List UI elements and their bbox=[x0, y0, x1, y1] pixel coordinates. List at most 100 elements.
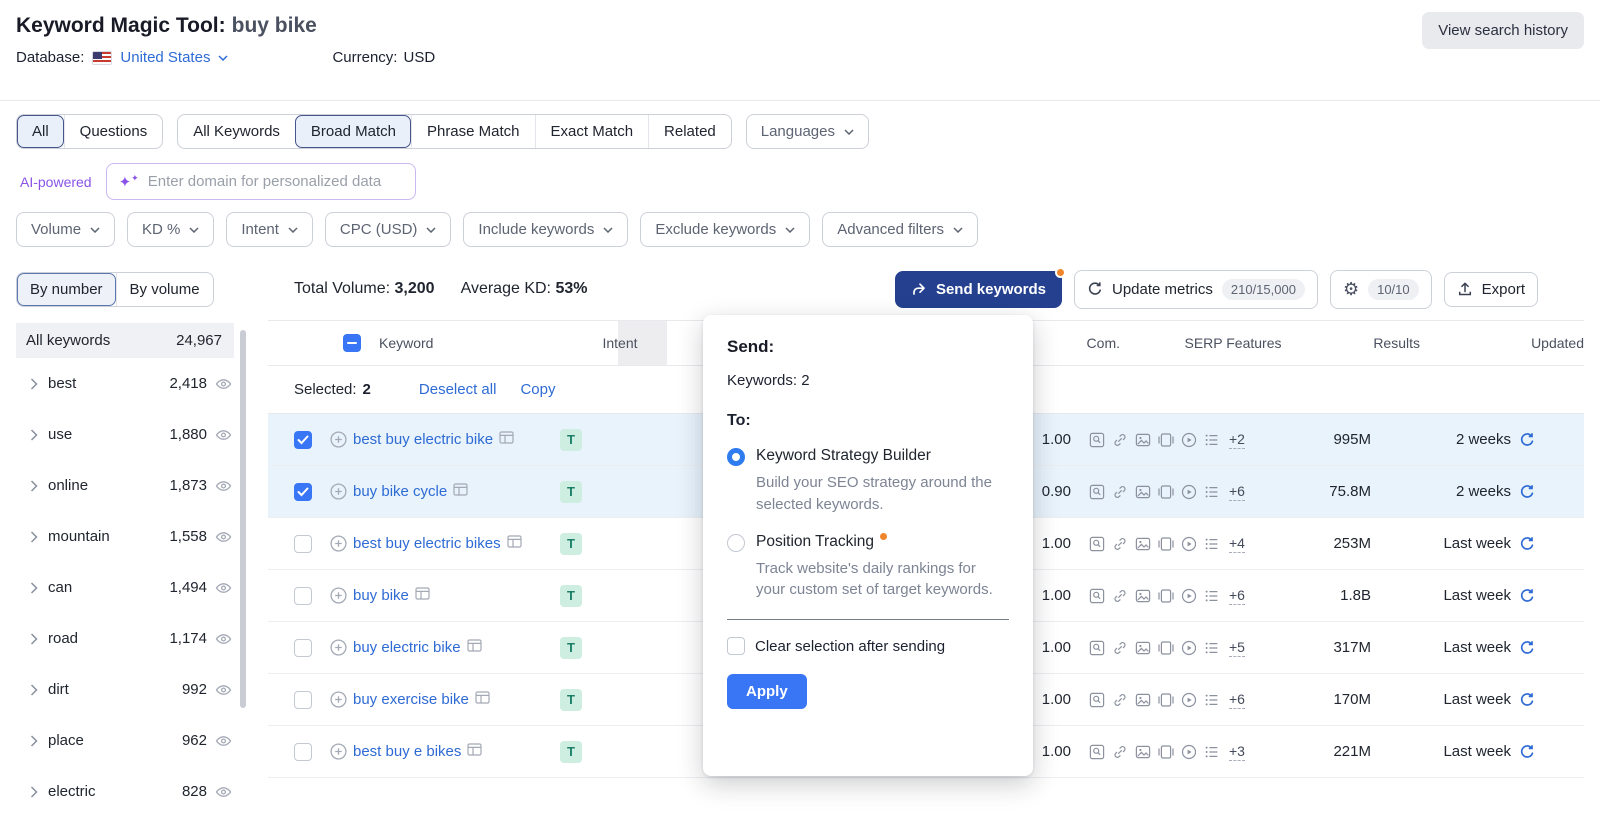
all-keywords-row[interactable]: All keywords 24,967 bbox=[16, 323, 234, 358]
option-keyword-strategy-builder[interactable]: Keyword Strategy Builder Build your SEO … bbox=[727, 447, 1009, 516]
filter-volume[interactable]: Volume bbox=[16, 212, 115, 247]
refresh-row-icon[interactable] bbox=[1519, 588, 1535, 604]
eye-icon[interactable] bbox=[215, 428, 232, 442]
eye-icon[interactable] bbox=[215, 785, 232, 799]
header-intent[interactable]: Intent bbox=[584, 335, 656, 351]
keyword-group-item[interactable]: use 1,880 bbox=[16, 409, 234, 460]
copy-link[interactable]: Copy bbox=[520, 381, 555, 398]
sidebar-scrollbar[interactable] bbox=[240, 330, 246, 708]
deselect-all-link[interactable]: Deselect all bbox=[419, 381, 497, 398]
row-checkbox[interactable] bbox=[294, 535, 312, 553]
tab-questions[interactable]: Questions bbox=[64, 115, 163, 148]
add-keyword-icon[interactable] bbox=[330, 535, 347, 552]
refresh-row-icon[interactable] bbox=[1519, 640, 1535, 656]
serp-snapshot-icon[interactable] bbox=[467, 639, 482, 652]
filter-exclude-keywords[interactable]: Exclude keywords bbox=[640, 212, 810, 247]
radio-position-tracking[interactable] bbox=[727, 534, 745, 552]
tab-related[interactable]: Related bbox=[648, 115, 731, 148]
serp-snapshot-icon[interactable] bbox=[475, 691, 490, 704]
tab-all-keywords[interactable]: All Keywords bbox=[178, 115, 295, 148]
domain-input-wrap[interactable]: ✦✦ bbox=[106, 163, 416, 200]
refresh-row-icon[interactable] bbox=[1519, 432, 1535, 448]
serp-more-count[interactable]: +5 bbox=[1229, 639, 1245, 657]
metrics-settings-button[interactable]: ⚙ 10/10 bbox=[1330, 270, 1432, 309]
option-position-tracking[interactable]: Position Tracking Track website's daily … bbox=[727, 533, 1009, 602]
apply-button[interactable]: Apply bbox=[727, 674, 807, 709]
keyword-link[interactable]: best buy electric bikes bbox=[353, 533, 501, 555]
row-checkbox[interactable] bbox=[294, 743, 312, 761]
clear-selection-checkbox[interactable] bbox=[727, 637, 745, 655]
serp-more-count[interactable]: +6 bbox=[1229, 587, 1245, 605]
serp-more-count[interactable]: +6 bbox=[1229, 483, 1245, 501]
tab-all[interactable]: All bbox=[17, 115, 64, 148]
filter-cpc[interactable]: CPC (USD) bbox=[325, 212, 452, 247]
tab-exact-match[interactable]: Exact Match bbox=[535, 115, 649, 148]
keyword-link[interactable]: best buy electric bike bbox=[353, 429, 493, 451]
keyword-group-item[interactable]: mountain 1,558 bbox=[16, 511, 234, 562]
keyword-group-item[interactable]: electric 828 bbox=[16, 766, 234, 817]
add-keyword-icon[interactable] bbox=[330, 483, 347, 500]
eye-icon[interactable] bbox=[215, 479, 232, 493]
header-results[interactable]: Results bbox=[1328, 335, 1420, 351]
row-checkbox[interactable] bbox=[294, 691, 312, 709]
eye-icon[interactable] bbox=[215, 683, 232, 697]
keyword-link[interactable]: buy electric bike bbox=[353, 637, 461, 659]
serp-snapshot-icon[interactable] bbox=[499, 431, 514, 444]
clear-selection-row[interactable]: Clear selection after sending bbox=[727, 637, 1009, 655]
keyword-link[interactable]: buy exercise bike bbox=[353, 689, 469, 711]
filter-advanced[interactable]: Advanced filters bbox=[822, 212, 978, 247]
keyword-group-item[interactable]: online 1,873 bbox=[16, 460, 234, 511]
add-keyword-icon[interactable] bbox=[330, 691, 347, 708]
select-all-checkbox[interactable] bbox=[343, 334, 361, 352]
keyword-link[interactable]: buy bike bbox=[353, 585, 409, 607]
eye-icon[interactable] bbox=[215, 581, 232, 595]
keyword-group-item[interactable]: road 1,174 bbox=[16, 613, 234, 664]
refresh-row-icon[interactable] bbox=[1519, 744, 1535, 760]
filter-kd[interactable]: KD % bbox=[127, 212, 214, 247]
serp-more-count[interactable]: +4 bbox=[1229, 535, 1245, 553]
eye-icon[interactable] bbox=[215, 377, 232, 391]
refresh-row-icon[interactable] bbox=[1519, 536, 1535, 552]
by-number-toggle[interactable]: By number bbox=[17, 273, 116, 306]
header-competition[interactable]: Com. bbox=[1038, 335, 1120, 351]
row-checkbox[interactable] bbox=[294, 587, 312, 605]
keyword-link[interactable]: buy bike cycle bbox=[353, 481, 447, 503]
row-checkbox[interactable] bbox=[294, 483, 312, 501]
eye-icon[interactable] bbox=[215, 530, 232, 544]
header-keyword[interactable]: Keyword bbox=[379, 333, 584, 353]
add-keyword-icon[interactable] bbox=[330, 587, 347, 604]
serp-more-count[interactable]: +3 bbox=[1229, 743, 1245, 761]
serp-snapshot-icon[interactable] bbox=[453, 483, 468, 496]
domain-input[interactable] bbox=[148, 173, 403, 190]
serp-more-count[interactable]: +6 bbox=[1229, 691, 1245, 709]
refresh-row-icon[interactable] bbox=[1519, 484, 1535, 500]
row-checkbox[interactable] bbox=[294, 639, 312, 657]
keyword-group-item[interactable]: best 2,418 bbox=[16, 358, 234, 409]
add-keyword-icon[interactable] bbox=[330, 639, 347, 656]
header-serp-features[interactable]: SERP Features bbox=[1138, 335, 1328, 351]
export-button[interactable]: Export bbox=[1444, 272, 1538, 307]
send-keywords-button[interactable]: Send keywords bbox=[895, 271, 1062, 308]
eye-icon[interactable] bbox=[215, 734, 232, 748]
update-metrics-button[interactable]: Update metrics 210/15,000 bbox=[1074, 270, 1318, 309]
languages-dropdown[interactable]: Languages bbox=[746, 114, 869, 149]
serp-snapshot-icon[interactable] bbox=[467, 743, 482, 756]
tab-phrase-match[interactable]: Phrase Match bbox=[411, 115, 535, 148]
refresh-row-icon[interactable] bbox=[1519, 692, 1535, 708]
keyword-link[interactable]: best buy e bikes bbox=[353, 741, 461, 763]
row-checkbox[interactable] bbox=[294, 431, 312, 449]
tab-broad-match[interactable]: Broad Match bbox=[295, 115, 411, 148]
view-search-history-button[interactable]: View search history bbox=[1422, 12, 1584, 49]
keyword-group-item[interactable]: dirt 992 bbox=[16, 664, 234, 715]
serp-snapshot-icon[interactable] bbox=[415, 587, 430, 600]
header-updated[interactable]: Updated bbox=[1434, 335, 1584, 351]
add-keyword-icon[interactable] bbox=[330, 431, 347, 448]
chevron-down-icon[interactable] bbox=[218, 55, 228, 61]
keyword-group-item[interactable]: place 962 bbox=[16, 715, 234, 766]
serp-more-count[interactable]: +2 bbox=[1229, 431, 1245, 449]
add-keyword-icon[interactable] bbox=[330, 743, 347, 760]
eye-icon[interactable] bbox=[215, 632, 232, 646]
by-volume-toggle[interactable]: By volume bbox=[116, 273, 213, 306]
database-selector[interactable]: United States bbox=[120, 49, 210, 66]
keyword-group-item[interactable]: can 1,494 bbox=[16, 562, 234, 613]
